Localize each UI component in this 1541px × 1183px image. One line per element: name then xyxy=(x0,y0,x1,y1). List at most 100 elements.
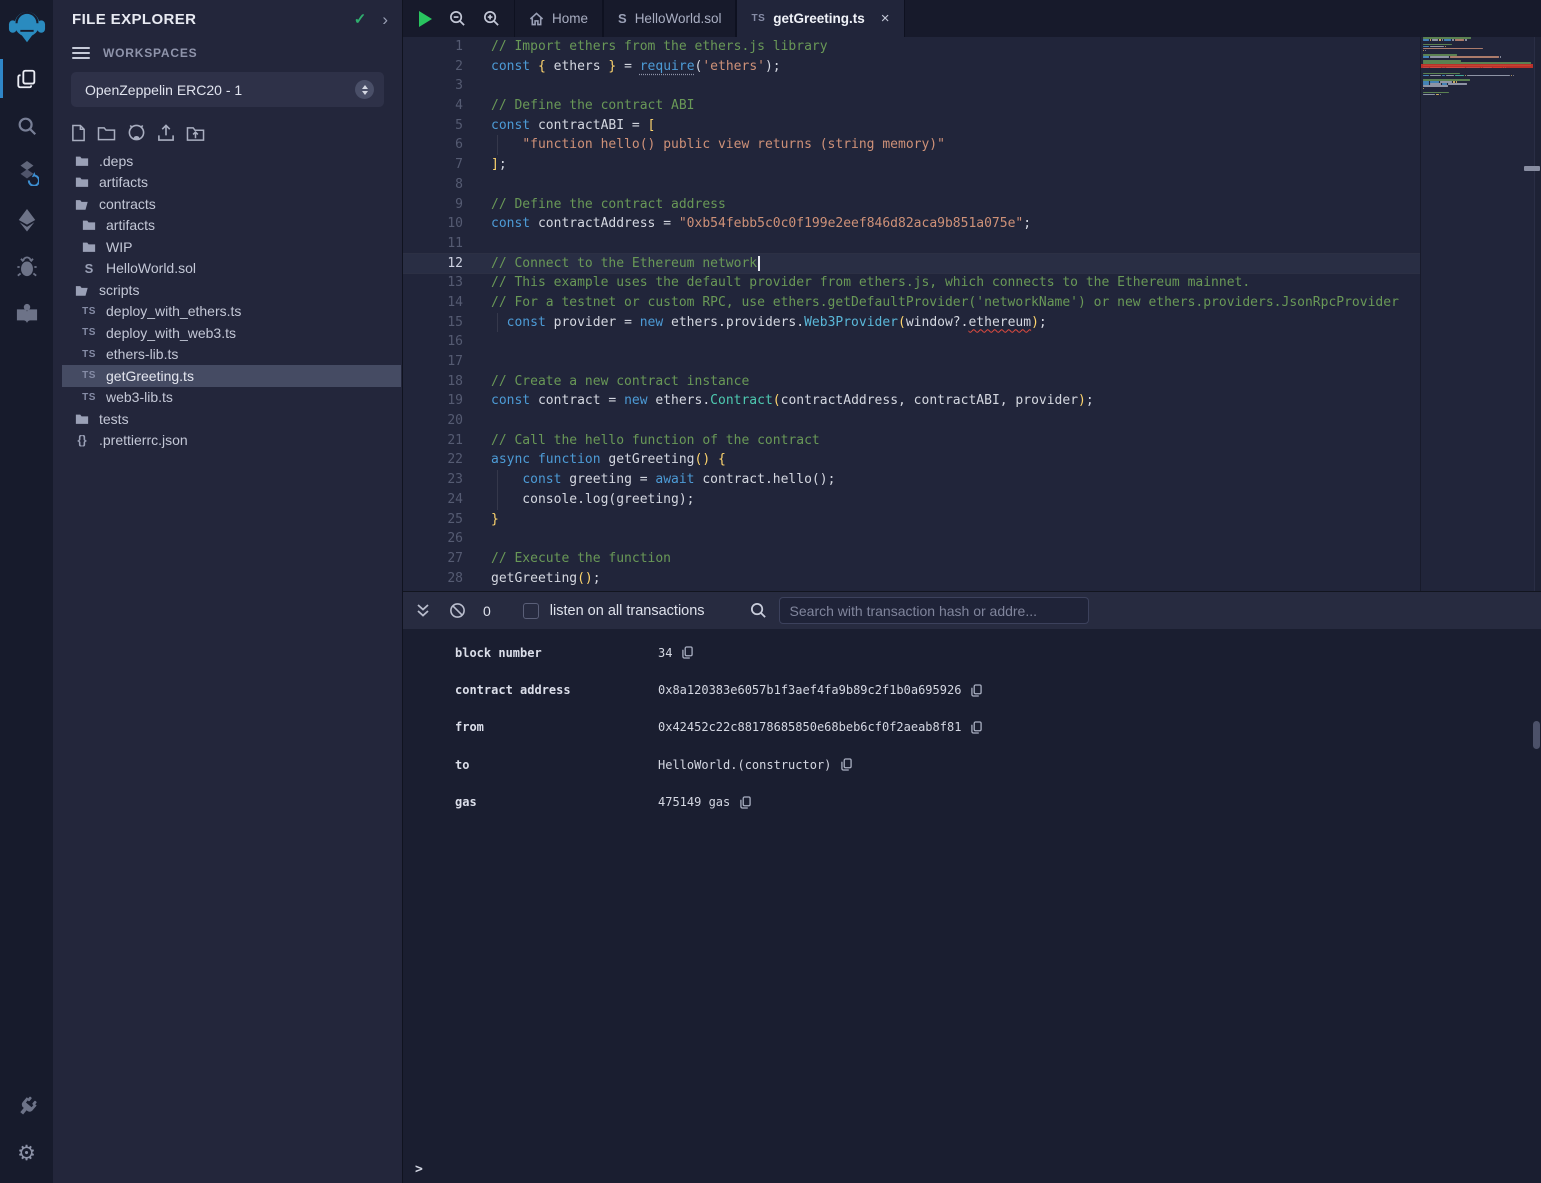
terminal-collapse-icon[interactable] xyxy=(416,603,430,618)
clone-github-icon[interactable] xyxy=(127,124,146,142)
upload-folder-icon[interactable] xyxy=(186,125,205,142)
code-line: 12// Connect to the Ethereum network xyxy=(403,254,1420,274)
code-line: 13// This example uses the default provi… xyxy=(403,273,1420,293)
zoom-out-icon[interactable] xyxy=(449,10,466,27)
code-line: 27// Execute the function xyxy=(403,549,1420,569)
line-number: 10 xyxy=(403,214,463,234)
line-number: 17 xyxy=(403,352,463,372)
file-tree-item[interactable]: scripts xyxy=(53,279,402,301)
code-line: 24 console.log(greeting); xyxy=(403,490,1420,510)
file-tree-item-label: HelloWorld.sol xyxy=(106,260,196,276)
code-line: 1// Import ethers from the ethers.js lib… xyxy=(403,37,1420,57)
file-explorer-icon[interactable] xyxy=(0,55,53,102)
terminal-scrollbar-thumb[interactable] xyxy=(1533,721,1540,749)
line-number: 12 xyxy=(403,254,463,274)
workspaces-label: WORKSPACES xyxy=(103,46,197,60)
file-tree-item[interactable]: TSdeploy_with_ethers.ts xyxy=(53,301,402,323)
file-tree-item[interactable]: artifacts xyxy=(53,215,402,237)
file-tree-item[interactable]: WIP xyxy=(53,236,402,258)
tx-field-value: 0x8a120383e6057b1f3aef4fa9b89c2f1b0a6959… xyxy=(658,683,961,697)
panel-title: FILE EXPLORER xyxy=(72,11,354,28)
activity-bar: ⚙ xyxy=(0,0,53,1183)
folder-icon xyxy=(72,176,92,188)
learneth-icon[interactable] xyxy=(0,290,53,337)
file-tree-item[interactable]: TSgetGreeting.ts xyxy=(62,365,401,387)
plugin-manager-icon[interactable] xyxy=(0,1083,53,1130)
file-tree-item[interactable]: .deps xyxy=(53,150,402,172)
file-tree-item[interactable]: artifacts xyxy=(53,172,402,194)
line-number: 24 xyxy=(403,490,463,510)
file-tree-item-label: ethers-lib.ts xyxy=(106,346,178,362)
panel-expand-chevron-icon[interactable]: › xyxy=(382,11,388,28)
file-tree-item[interactable]: TSweb3-lib.ts xyxy=(53,387,402,409)
file-tree-item[interactable]: tests xyxy=(53,408,402,430)
settings-gear-icon[interactable]: ⚙ xyxy=(0,1130,53,1177)
tab-label: HelloWorld.sol xyxy=(635,11,722,26)
upload-file-icon[interactable] xyxy=(157,124,175,142)
file-tree-item-label: getGreeting.ts xyxy=(106,368,194,384)
listen-transactions-checkbox[interactable] xyxy=(523,603,539,619)
line-number: 22 xyxy=(403,450,463,470)
debugger-icon[interactable] xyxy=(0,243,53,290)
terminal-search-icon xyxy=(750,602,767,619)
search-icon[interactable] xyxy=(0,102,53,149)
line-number: 25 xyxy=(403,510,463,530)
tx-field-value: 475149 gas xyxy=(658,795,730,809)
clear-console-icon[interactable] xyxy=(449,602,466,619)
file-tree-item[interactable]: TSethers-lib.ts xyxy=(53,344,402,366)
file-tree-item-label: deploy_with_web3.ts xyxy=(106,325,236,341)
copy-icon[interactable] xyxy=(740,796,751,809)
code-line: 8 xyxy=(403,175,1420,195)
line-number: 14 xyxy=(403,293,463,313)
code-line: 9// Define the contract address xyxy=(403,195,1420,215)
workspaces-menu-icon[interactable] xyxy=(72,47,90,59)
line-number: 2 xyxy=(403,57,463,77)
file-tree-item[interactable]: contracts xyxy=(53,193,402,215)
line-number: 20 xyxy=(403,411,463,431)
file-tree-item[interactable]: {}.prettierrc.json xyxy=(53,430,402,452)
file-tree-item[interactable]: TSdeploy_with_web3.ts xyxy=(53,322,402,344)
code-line: 3 xyxy=(403,76,1420,96)
line-number: 16 xyxy=(403,332,463,352)
tab-getgreeting-ts[interactable]: TSgetGreeting.ts× xyxy=(736,0,904,37)
editor-scrollbar-track[interactable] xyxy=(1534,37,1541,591)
workspace-select[interactable]: OpenZeppelin ERC20 - 1 xyxy=(71,72,384,107)
new-folder-icon[interactable] xyxy=(97,125,116,141)
run-script-button[interactable] xyxy=(419,11,432,27)
minimap[interactable] xyxy=(1420,37,1533,591)
editor-scrollbar-thumb[interactable] xyxy=(1524,166,1540,171)
line-number: 11 xyxy=(403,234,463,254)
tx-field-value: 0x42452c22c88178685850e68beb6cf0f2aeab8f… xyxy=(658,720,961,734)
code-line: 4// Define the contract ABI xyxy=(403,96,1420,116)
minimap-error-marker xyxy=(1421,64,1533,68)
copy-icon[interactable] xyxy=(971,684,982,697)
copy-icon[interactable] xyxy=(841,758,852,771)
folder-icon xyxy=(79,241,99,253)
new-file-icon[interactable] xyxy=(71,124,86,142)
zoom-in-icon[interactable] xyxy=(483,10,500,27)
folder-open-icon xyxy=(72,198,92,210)
tx-field-label: gas xyxy=(455,795,658,809)
terminal-prompt: > xyxy=(415,1162,423,1177)
tab-home[interactable]: Home xyxy=(514,0,603,37)
tab-helloworld-sol[interactable]: SHelloWorld.sol xyxy=(603,0,736,37)
remix-logo-icon[interactable] xyxy=(0,0,53,55)
terminal-header: 0 listen on all transactions xyxy=(403,591,1541,629)
copy-icon[interactable] xyxy=(971,721,982,734)
file-explorer-panel: FILE EXPLORER ✓ › WORKSPACES OpenZeppeli… xyxy=(53,0,403,1183)
solidity-compiler-icon[interactable] xyxy=(0,149,53,196)
terminal-tx-row: contract address0x8a120383e6057b1f3aef4f… xyxy=(403,671,1541,708)
code-editor[interactable]: 1// Import ethers from the ethers.js lib… xyxy=(403,37,1541,591)
line-number: 28 xyxy=(403,569,463,589)
copy-icon[interactable] xyxy=(682,646,693,659)
code-line: 16 xyxy=(403,332,1420,352)
typescript-file-icon: TS xyxy=(79,392,99,403)
code-line: 6 "function hello() public view returns … xyxy=(403,135,1420,155)
terminal[interactable]: block number34contract address0x8a120383… xyxy=(403,629,1541,1183)
terminal-tx-row: toHelloWorld.(constructor) xyxy=(403,746,1541,783)
terminal-search-input[interactable] xyxy=(779,597,1089,624)
close-tab-icon[interactable]: × xyxy=(881,10,890,27)
tx-field-label: to xyxy=(455,758,658,772)
deploy-run-icon[interactable] xyxy=(0,196,53,243)
file-tree-item[interactable]: SHelloWorld.sol xyxy=(53,258,402,280)
